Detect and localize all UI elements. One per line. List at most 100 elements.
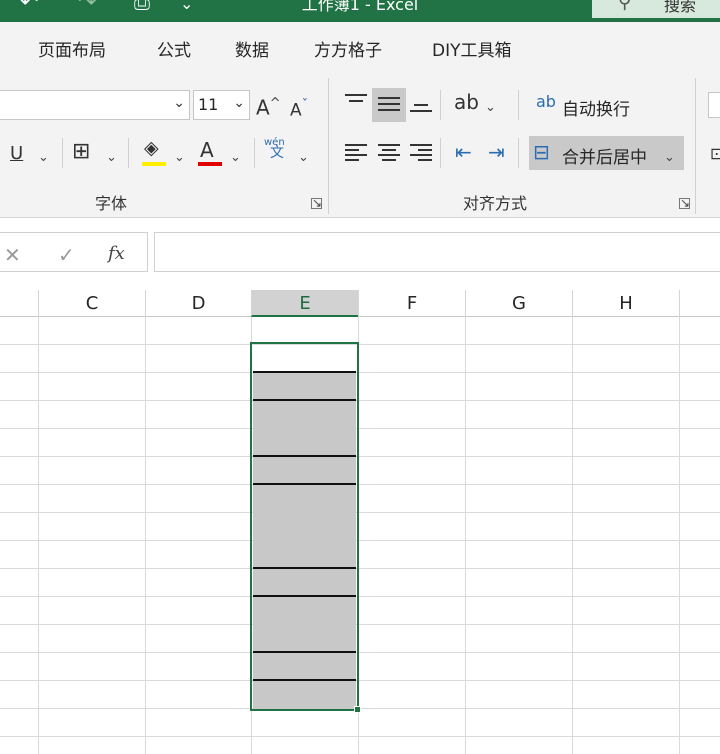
fill-color-swatch bbox=[142, 162, 166, 166]
orientation-dropdown-icon[interactable]: ⌄ bbox=[485, 98, 496, 118]
gridline bbox=[0, 540, 720, 541]
column-header-f[interactable]: F bbox=[358, 290, 465, 317]
column-header-d[interactable]: D bbox=[145, 290, 251, 317]
borders-dropdown-icon[interactable]: ⌄ bbox=[106, 148, 117, 168]
borders-icon[interactable]: ⊞ bbox=[72, 141, 90, 163]
enter-icon[interactable]: ✓ bbox=[58, 243, 75, 267]
increase-indent-icon[interactable]: ⇥ bbox=[488, 142, 505, 162]
column-header-g[interactable]: G bbox=[465, 290, 572, 317]
font-name-combobox[interactable]: ⌄ bbox=[0, 90, 190, 120]
group-divider bbox=[328, 78, 329, 214]
fill-handle[interactable] bbox=[354, 706, 361, 713]
column-header-e[interactable]: E bbox=[251, 290, 358, 317]
gridline bbox=[0, 456, 720, 457]
formula-input[interactable] bbox=[154, 232, 720, 272]
alignment-dialog-launcher-icon[interactable]: ↘ bbox=[679, 197, 690, 209]
search-box[interactable]: ⚲ 搜索 bbox=[592, 0, 720, 18]
align-left-icon[interactable] bbox=[345, 144, 367, 161]
alignment-group-label: 对齐方式 bbox=[463, 194, 528, 213]
orientation-icon[interactable]: ab bbox=[454, 92, 479, 112]
formula-buttons: ✕ ✓ fx bbox=[0, 232, 148, 272]
column-header-b[interactable] bbox=[0, 290, 38, 317]
worksheet-grid[interactable] bbox=[0, 317, 720, 754]
underline-button[interactable]: U bbox=[10, 144, 23, 164]
align-right-icon[interactable] bbox=[410, 144, 432, 161]
grow-font-button[interactable]: A^ bbox=[256, 94, 281, 118]
gridline bbox=[0, 652, 720, 653]
gridline bbox=[0, 680, 720, 681]
tab-formulas[interactable]: 公式 bbox=[157, 36, 191, 61]
search-icon: ⚲ bbox=[618, 0, 632, 13]
caret-up-icon: ^ bbox=[269, 96, 281, 111]
group-divider bbox=[695, 78, 696, 214]
merge-center-label[interactable]: 合并后居中 bbox=[562, 143, 647, 168]
merge-cells-icon[interactable]: ⊟ bbox=[533, 142, 550, 162]
shrink-font-label: A bbox=[290, 100, 302, 121]
middle-align-icon[interactable] bbox=[378, 97, 400, 113]
ribbon: ⌄ 11 ⌄ A^ Aˇ U ⌄ ⊞ ⌄ ◈ ⌄ A ⌄ wén 文 ⌄ 字体 … bbox=[0, 72, 720, 218]
align-center-icon[interactable] bbox=[378, 144, 400, 161]
chevron-down-icon[interactable]: ⌄ bbox=[173, 95, 185, 111]
font-color-dropdown-icon[interactable]: ⌄ bbox=[230, 148, 241, 168]
formula-bar: ✕ ✓ fx bbox=[0, 218, 720, 294]
wrap-text-icon[interactable]: ab bbox=[536, 92, 556, 112]
number-format-icon[interactable]: ⊡ bbox=[710, 144, 720, 164]
divider bbox=[440, 90, 441, 120]
bottom-align-icon[interactable] bbox=[410, 100, 432, 116]
decrease-indent-icon[interactable]: ⇤ bbox=[455, 142, 472, 162]
gridline bbox=[0, 624, 720, 625]
selection-border[interactable] bbox=[250, 342, 359, 711]
fill-color-dropdown-icon[interactable]: ⌄ bbox=[174, 148, 185, 168]
gridline bbox=[145, 317, 146, 754]
underline-label: U bbox=[10, 143, 24, 164]
column-header-i[interactable] bbox=[679, 290, 720, 317]
caret-down-icon: ˇ bbox=[301, 98, 309, 113]
divider bbox=[440, 138, 441, 168]
gridline bbox=[0, 484, 720, 485]
gridline bbox=[0, 400, 720, 401]
wrap-text-label[interactable]: 自动换行 bbox=[562, 95, 630, 120]
phonetic-char: 文 bbox=[270, 145, 284, 161]
merge-center-dropdown-icon[interactable]: ⌄ bbox=[664, 148, 675, 168]
gridline bbox=[465, 317, 466, 754]
gridline bbox=[0, 736, 720, 737]
phonetic-dropdown-icon[interactable]: ⌄ bbox=[298, 148, 309, 168]
divider bbox=[518, 90, 519, 120]
ribbon-tabs: 页面布局 公式 数据 方方格子 DIY工具箱 bbox=[0, 22, 720, 72]
gridline bbox=[38, 317, 39, 754]
divider bbox=[254, 138, 255, 168]
gridline bbox=[0, 372, 720, 373]
gridline bbox=[0, 596, 720, 597]
font-color-button[interactable]: A bbox=[200, 140, 214, 160]
tab-page-layout[interactable]: 页面布局 bbox=[38, 36, 106, 61]
tab-data[interactable]: 数据 bbox=[235, 36, 269, 61]
fill-color-icon[interactable]: ◈ bbox=[144, 138, 159, 158]
grow-font-label: A bbox=[256, 95, 270, 120]
column-headers: C D E F G H bbox=[0, 290, 720, 317]
number-format-combobox[interactable] bbox=[708, 92, 720, 118]
gridline bbox=[572, 317, 573, 754]
column-header-c[interactable]: C bbox=[38, 290, 145, 317]
underline-dropdown-icon[interactable]: ⌄ bbox=[38, 148, 49, 168]
divider bbox=[518, 138, 519, 168]
font-color-label: A bbox=[200, 138, 214, 162]
font-size-combobox[interactable]: 11 ⌄ bbox=[193, 90, 250, 120]
chevron-down-icon[interactable]: ⌄ bbox=[233, 95, 245, 111]
top-align-icon[interactable] bbox=[345, 94, 367, 110]
cancel-icon[interactable]: ✕ bbox=[4, 243, 21, 267]
divider bbox=[128, 138, 129, 168]
gridline bbox=[0, 568, 720, 569]
tab-fangfang-gezi[interactable]: 方方格子 bbox=[314, 36, 382, 61]
font-size-value: 11 bbox=[198, 95, 219, 114]
gridline bbox=[0, 344, 720, 345]
font-group-label: 字体 bbox=[95, 194, 128, 213]
gridline bbox=[0, 428, 720, 429]
column-header-h[interactable]: H bbox=[572, 290, 679, 317]
tab-diy-toolbox[interactable]: DIY工具箱 bbox=[432, 36, 512, 61]
font-dialog-launcher-icon[interactable]: ↘ bbox=[311, 197, 322, 209]
phonetic-button[interactable]: wén 文 bbox=[264, 138, 285, 161]
insert-function-icon[interactable]: fx bbox=[108, 243, 125, 264]
font-color-swatch bbox=[198, 162, 222, 166]
shrink-font-button[interactable]: Aˇ bbox=[290, 96, 308, 121]
title-bar: ↶ ↷ ⎙ ⌄ 工作簿1 - Excel ⚲ 搜索 bbox=[0, 0, 720, 22]
